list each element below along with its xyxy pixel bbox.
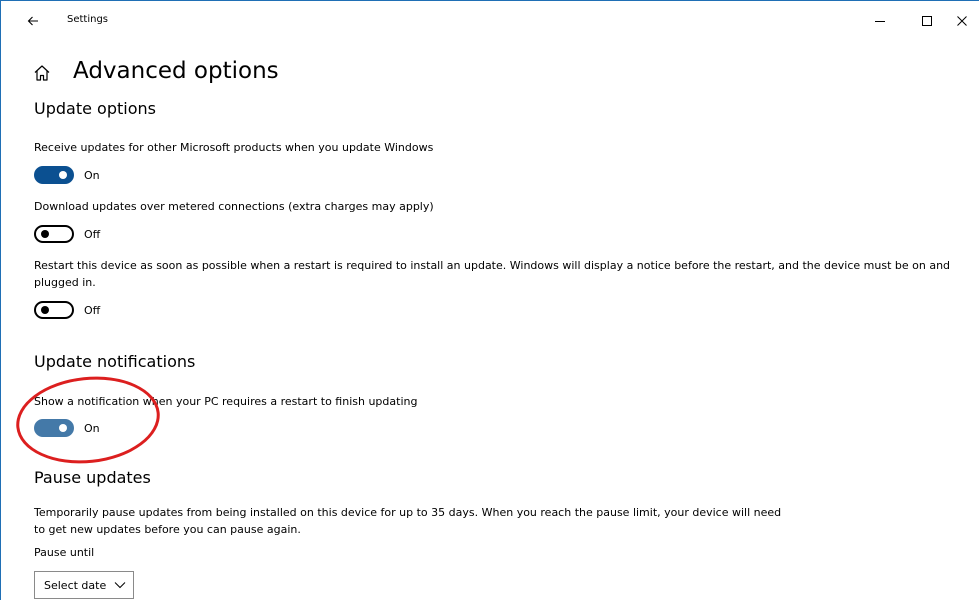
minimize-button[interactable] — [863, 9, 897, 33]
restart-notification-state: On — [84, 421, 100, 435]
update-notifications-heading: Update notifications — [34, 352, 196, 371]
restart-notification-toggle-row: On — [34, 418, 100, 438]
app-title: Settings — [67, 14, 109, 25]
other-products-toggle[interactable] — [34, 166, 74, 184]
metered-state: Off — [84, 227, 101, 241]
back-arrow-icon — [27, 16, 38, 26]
restart-asap-label: Restart this device as soon as possible … — [34, 259, 951, 289]
other-products-toggle-row: On — [34, 165, 100, 185]
restart-notification-toggle[interactable] — [34, 419, 74, 437]
pause-updates-heading: Pause updates — [34, 468, 151, 487]
close-button[interactable] — [945, 9, 979, 33]
maximize-icon — [922, 16, 932, 26]
back-button[interactable] — [19, 9, 47, 33]
update-options-heading: Update options — [34, 99, 156, 118]
pause-date-value: Select date — [44, 578, 107, 592]
pause-until-label: Pause until — [34, 546, 95, 559]
toggle-knob — [59, 171, 67, 179]
other-products-label: Receive updates for other Microsoft prod… — [34, 141, 434, 154]
pause-updates-description: Temporarily pause updates from being ins… — [34, 506, 782, 536]
maximize-button[interactable] — [910, 9, 944, 33]
page-title: Advanced options — [73, 58, 279, 84]
restart-asap-state: Off — [84, 303, 101, 317]
home-icon[interactable] — [33, 64, 51, 82]
metered-label: Download updates over metered connection… — [34, 200, 434, 213]
close-icon — [957, 16, 967, 26]
metered-toggle[interactable] — [34, 225, 74, 243]
metered-toggle-row: Off — [34, 224, 100, 244]
restart-notification-label: Show a notification when your PC require… — [34, 395, 418, 408]
toggle-knob — [41, 230, 49, 238]
restart-asap-toggle[interactable] — [34, 301, 74, 319]
chevron-down-icon — [114, 582, 126, 589]
toggle-knob — [59, 424, 67, 432]
other-products-state: On — [84, 168, 100, 182]
pause-date-select[interactable]: Select date — [34, 571, 134, 599]
minimize-icon — [875, 21, 885, 22]
settings-window: Settings Advanced options Update options… — [0, 0, 979, 600]
title-bar: Settings — [1, 1, 979, 39]
restart-asap-toggle-row: Off — [34, 300, 100, 320]
toggle-knob — [41, 306, 49, 314]
